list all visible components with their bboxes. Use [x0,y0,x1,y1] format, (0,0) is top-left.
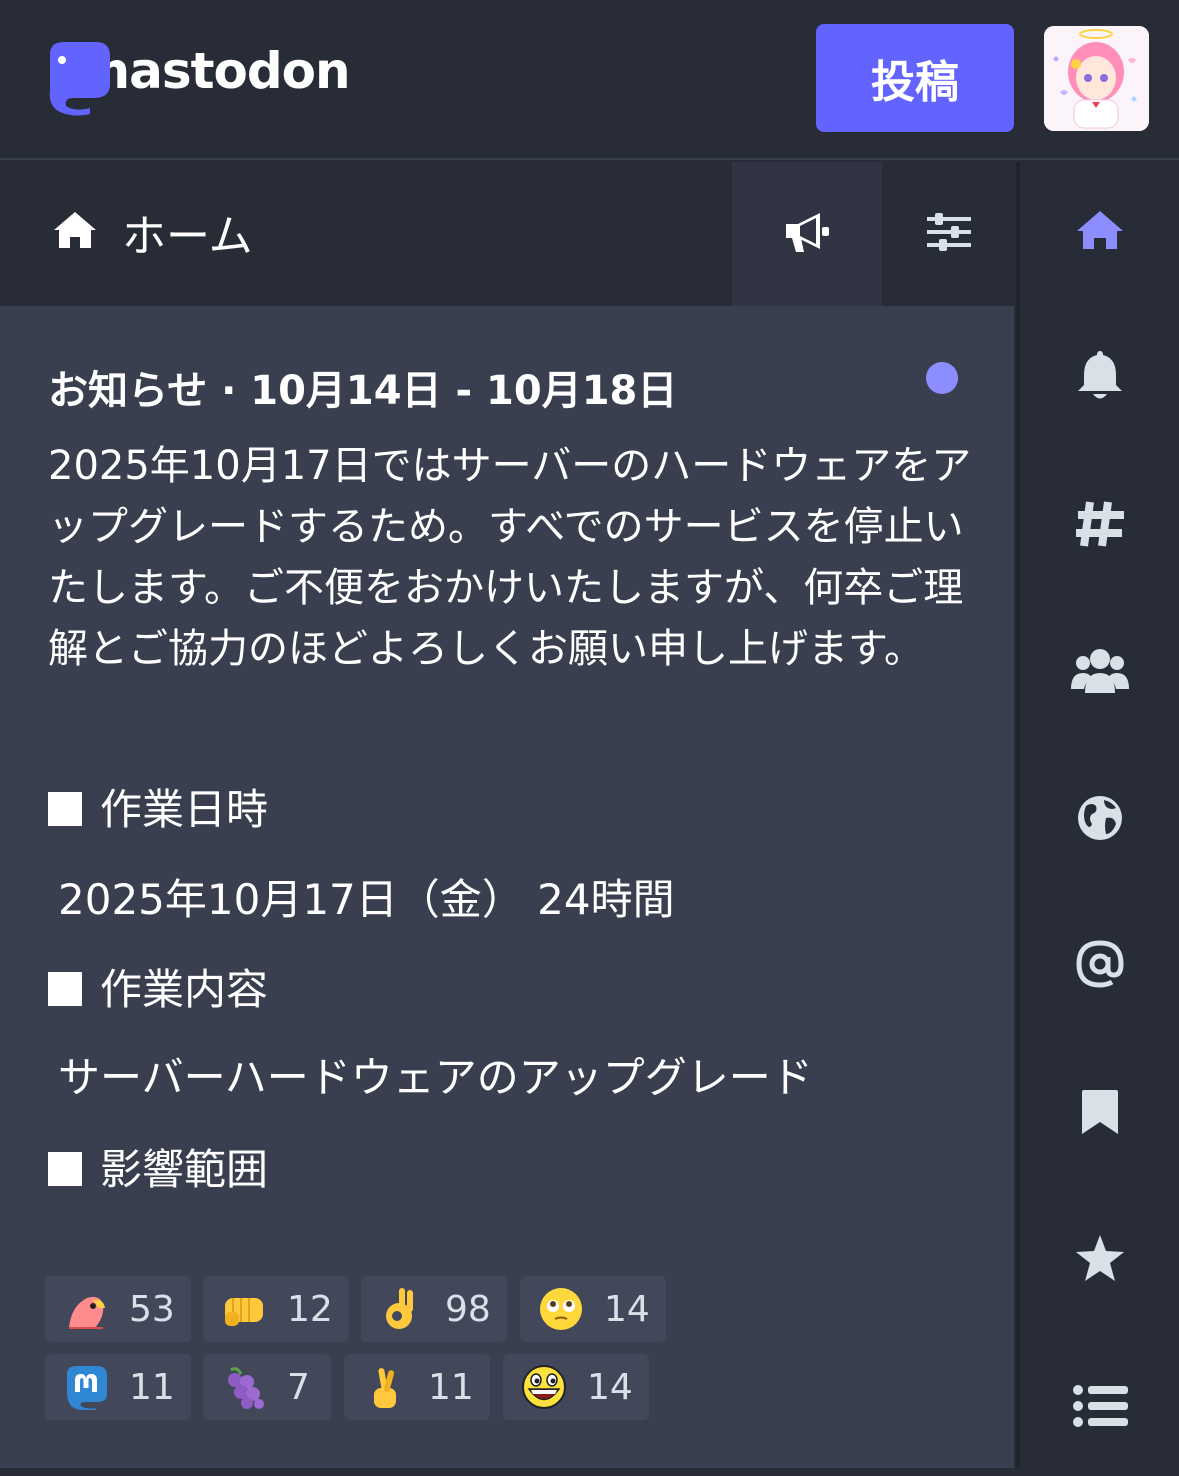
post-button[interactable]: 投稿 [816,24,1014,132]
section-heading-3: 影響範囲 [48,1136,268,1197]
reaction-button[interactable]: 11 [45,1354,191,1420]
nav-local[interactable] [1020,622,1179,722]
reaction-button[interactable]: 12 [203,1276,349,1342]
users-icon [1070,645,1129,699]
logo-text: mastodon [78,42,351,100]
announcement-body: 2025年10月17日ではサーバーのハードウェアをアップグレードするため。すべで… [48,443,972,672]
top-bar: mastodon 投稿 [0,0,1179,160]
reaction-button[interactable]: 14 [503,1354,649,1420]
reaction-count: 7 [287,1366,310,1408]
hashtag-icon [1074,500,1126,552]
square-bullet-icon [48,792,82,826]
reaction-count: 14 [587,1366,633,1408]
section-heading-2: 作業内容 [48,956,268,1017]
column-title-text: ホーム [122,211,253,262]
bottom-edge [0,1468,1179,1476]
pleading-face-icon [538,1286,584,1332]
nav-lists[interactable] [1020,1358,1179,1458]
crossed-fingers-icon [362,1364,408,1410]
reaction-count: 14 [604,1288,650,1330]
awesome-face-icon [521,1364,567,1410]
nav-explore[interactable] [1020,476,1179,576]
ok-hand-icon [379,1286,425,1332]
mastodon-icon [63,1364,109,1410]
at-icon [1075,939,1125,993]
mastodon-logo[interactable]: mastodon [44,40,351,116]
sliders-icon [927,212,971,256]
reaction-button[interactable]: 7 [203,1354,331,1420]
reaction-button[interactable]: 98 [361,1276,507,1342]
nav-federated[interactable] [1020,770,1179,870]
fist-icon [221,1286,267,1332]
reaction-button[interactable]: 11 [344,1354,490,1420]
bullhorn-icon [782,210,832,258]
party-parrot-icon [63,1286,109,1332]
announcement-panel: お知らせ · 10月14日 - 10月18日 2025年10月17日ではサーバー… [0,306,1014,1468]
bookmark-icon [1080,1088,1120,1140]
reaction-count: 12 [287,1288,333,1330]
announcements-toggle-button[interactable] [732,162,882,306]
square-bullet-icon [48,1152,82,1186]
reaction-count: 11 [129,1366,175,1408]
column-settings-button[interactable] [884,162,1014,306]
square-bullet-icon [48,972,82,1006]
reaction-count: 11 [428,1366,474,1408]
globe-icon [1076,794,1124,846]
nav-bookmarks[interactable] [1020,1064,1179,1164]
section-content-2: サーバーハードウェアのアップグレード [58,1053,813,1102]
nav-home[interactable] [1020,182,1179,282]
announcement-title: お知らせ · 10月14日 - 10月18日 [48,368,678,414]
grapes-icon [221,1364,267,1410]
reaction-count: 53 [129,1288,175,1330]
navigation-panel [1016,162,1179,1476]
bell-icon [1076,349,1124,407]
list-icon [1072,1384,1128,1432]
home-icon [52,210,98,254]
star-icon [1074,1233,1126,1287]
unread-indicator [926,362,958,394]
nav-notifications[interactable] [1020,328,1179,428]
home-icon [1075,209,1125,255]
reaction-button[interactable]: 14 [520,1276,666,1342]
nav-favourites[interactable] [1020,1210,1179,1310]
column-header: ホーム [0,162,1014,306]
avatar[interactable] [1044,26,1149,131]
nav-mentions[interactable] [1020,916,1179,1016]
reaction-count: 98 [445,1288,491,1330]
column-title[interactable]: ホーム [52,202,253,262]
mastodon-logo-icon [44,40,114,116]
reaction-button[interactable]: 53 [45,1276,191,1342]
section-content-1: 2025年10月17日（金） 24時間 [58,875,675,924]
section-heading-1: 作業日時 [48,776,268,837]
